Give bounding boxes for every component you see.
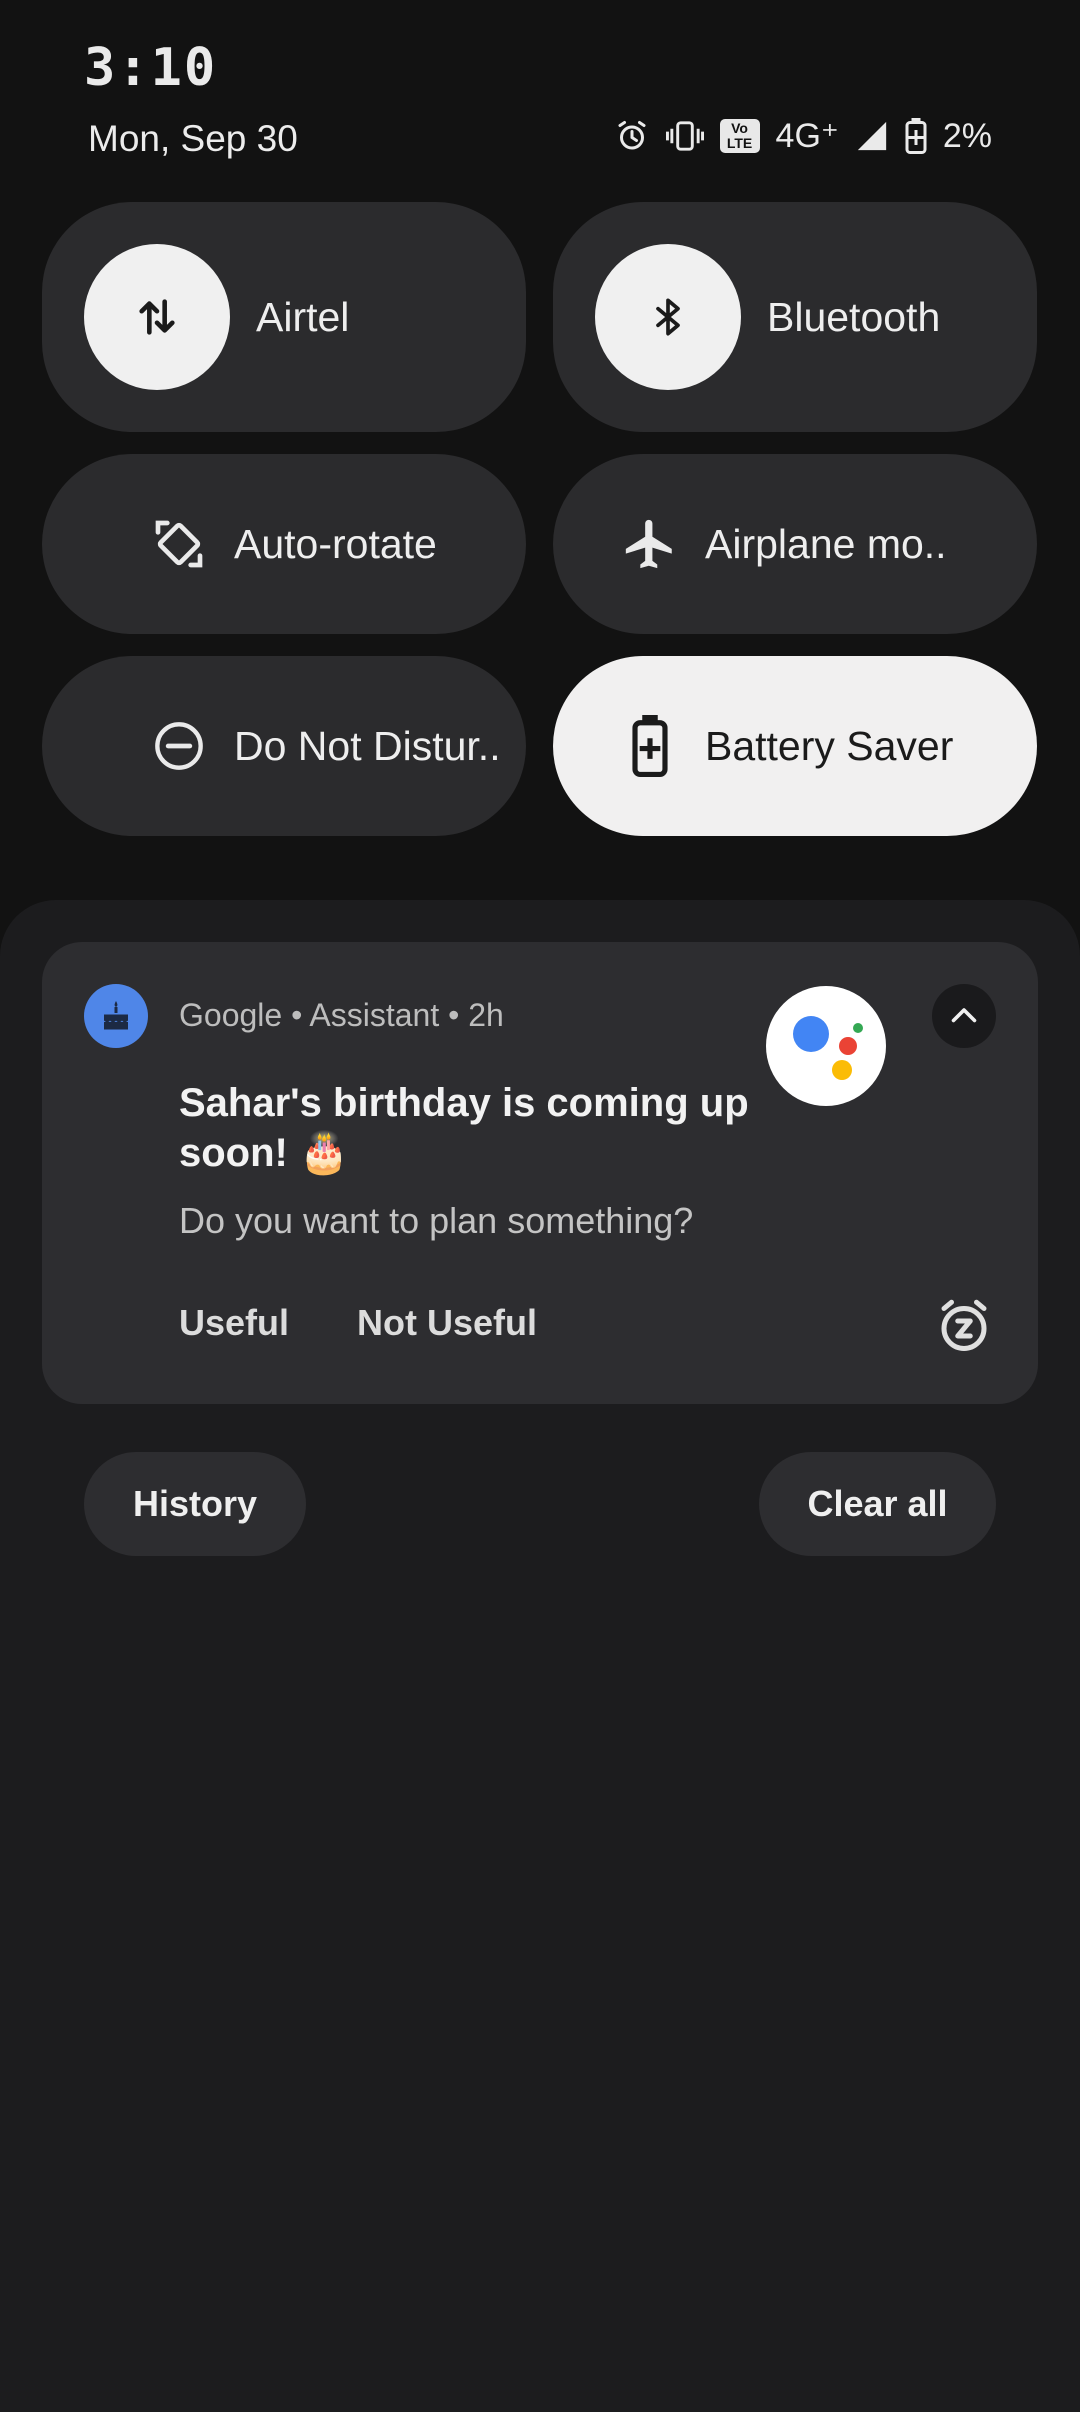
volte-top-text: Vo	[731, 120, 748, 136]
volte-bottom-text: LTE	[726, 135, 753, 151]
google-assistant-icon	[766, 986, 886, 1106]
mobile-data-icon	[84, 244, 230, 390]
notification-app-line: Google • Assistant • 2h	[179, 997, 504, 1033]
tile-label: Airtel	[256, 293, 350, 340]
clear-all-button[interactable]: Clear all	[759, 1452, 996, 1556]
do-not-disturb-icon	[150, 717, 208, 775]
battery-saver-icon	[621, 715, 679, 777]
notification-title: Sahar's birthday is coming up soon! 🎂	[179, 1081, 749, 1175]
collapse-button[interactable]	[932, 984, 996, 1048]
tile-label: Bluetooth	[767, 293, 941, 340]
airplane-icon	[621, 515, 679, 573]
history-button[interactable]: History	[84, 1452, 306, 1556]
chevron-up-icon	[951, 1008, 977, 1023]
notification-body: Do you want to plan something?	[179, 1200, 694, 1241]
signal-icon	[855, 119, 889, 153]
tile-airplane-mode[interactable]: Airplane mo..	[553, 454, 1037, 634]
bluetooth-icon	[595, 244, 741, 390]
tile-label: Battery Saver	[705, 722, 954, 769]
tile-do-not-disturb[interactable]: Do Not Distur..	[42, 656, 526, 836]
vibrate-icon	[665, 118, 704, 154]
battery-icon	[905, 118, 927, 154]
battery-percent: 2%	[942, 116, 992, 155]
date: Mon, Sep 30	[88, 118, 298, 159]
alarm-icon	[614, 118, 650, 154]
tile-bluetooth[interactable]: Bluetooth	[553, 202, 1037, 432]
status-icons: Vo LTE 4G⁺ 2%	[614, 116, 992, 156]
clock: 3:10	[84, 38, 218, 98]
auto-rotate-icon	[150, 515, 208, 573]
tile-auto-rotate[interactable]: Auto-rotate	[42, 454, 526, 634]
volte-icon: Vo LTE	[719, 119, 760, 153]
not-useful-button[interactable]: Not Useful	[357, 1302, 537, 1344]
tile-label: Airplane mo..	[705, 520, 947, 567]
network-type: 4G⁺	[775, 117, 839, 155]
snooze-icon	[941, 1299, 987, 1351]
cake-icon	[84, 984, 148, 1048]
assistant-notification[interactable]: Google • Assistant • 2h Sahar's birthday…	[42, 942, 1038, 1404]
tile-battery-saver[interactable]: Battery Saver	[553, 656, 1037, 836]
snooze-button[interactable]	[934, 1296, 994, 1356]
tile-label: Auto-rotate	[234, 520, 437, 567]
tile-label: Do Not Distur..	[234, 722, 501, 769]
useful-button[interactable]: Useful	[179, 1302, 289, 1344]
tile-mobile-data[interactable]: Airtel	[42, 202, 526, 432]
